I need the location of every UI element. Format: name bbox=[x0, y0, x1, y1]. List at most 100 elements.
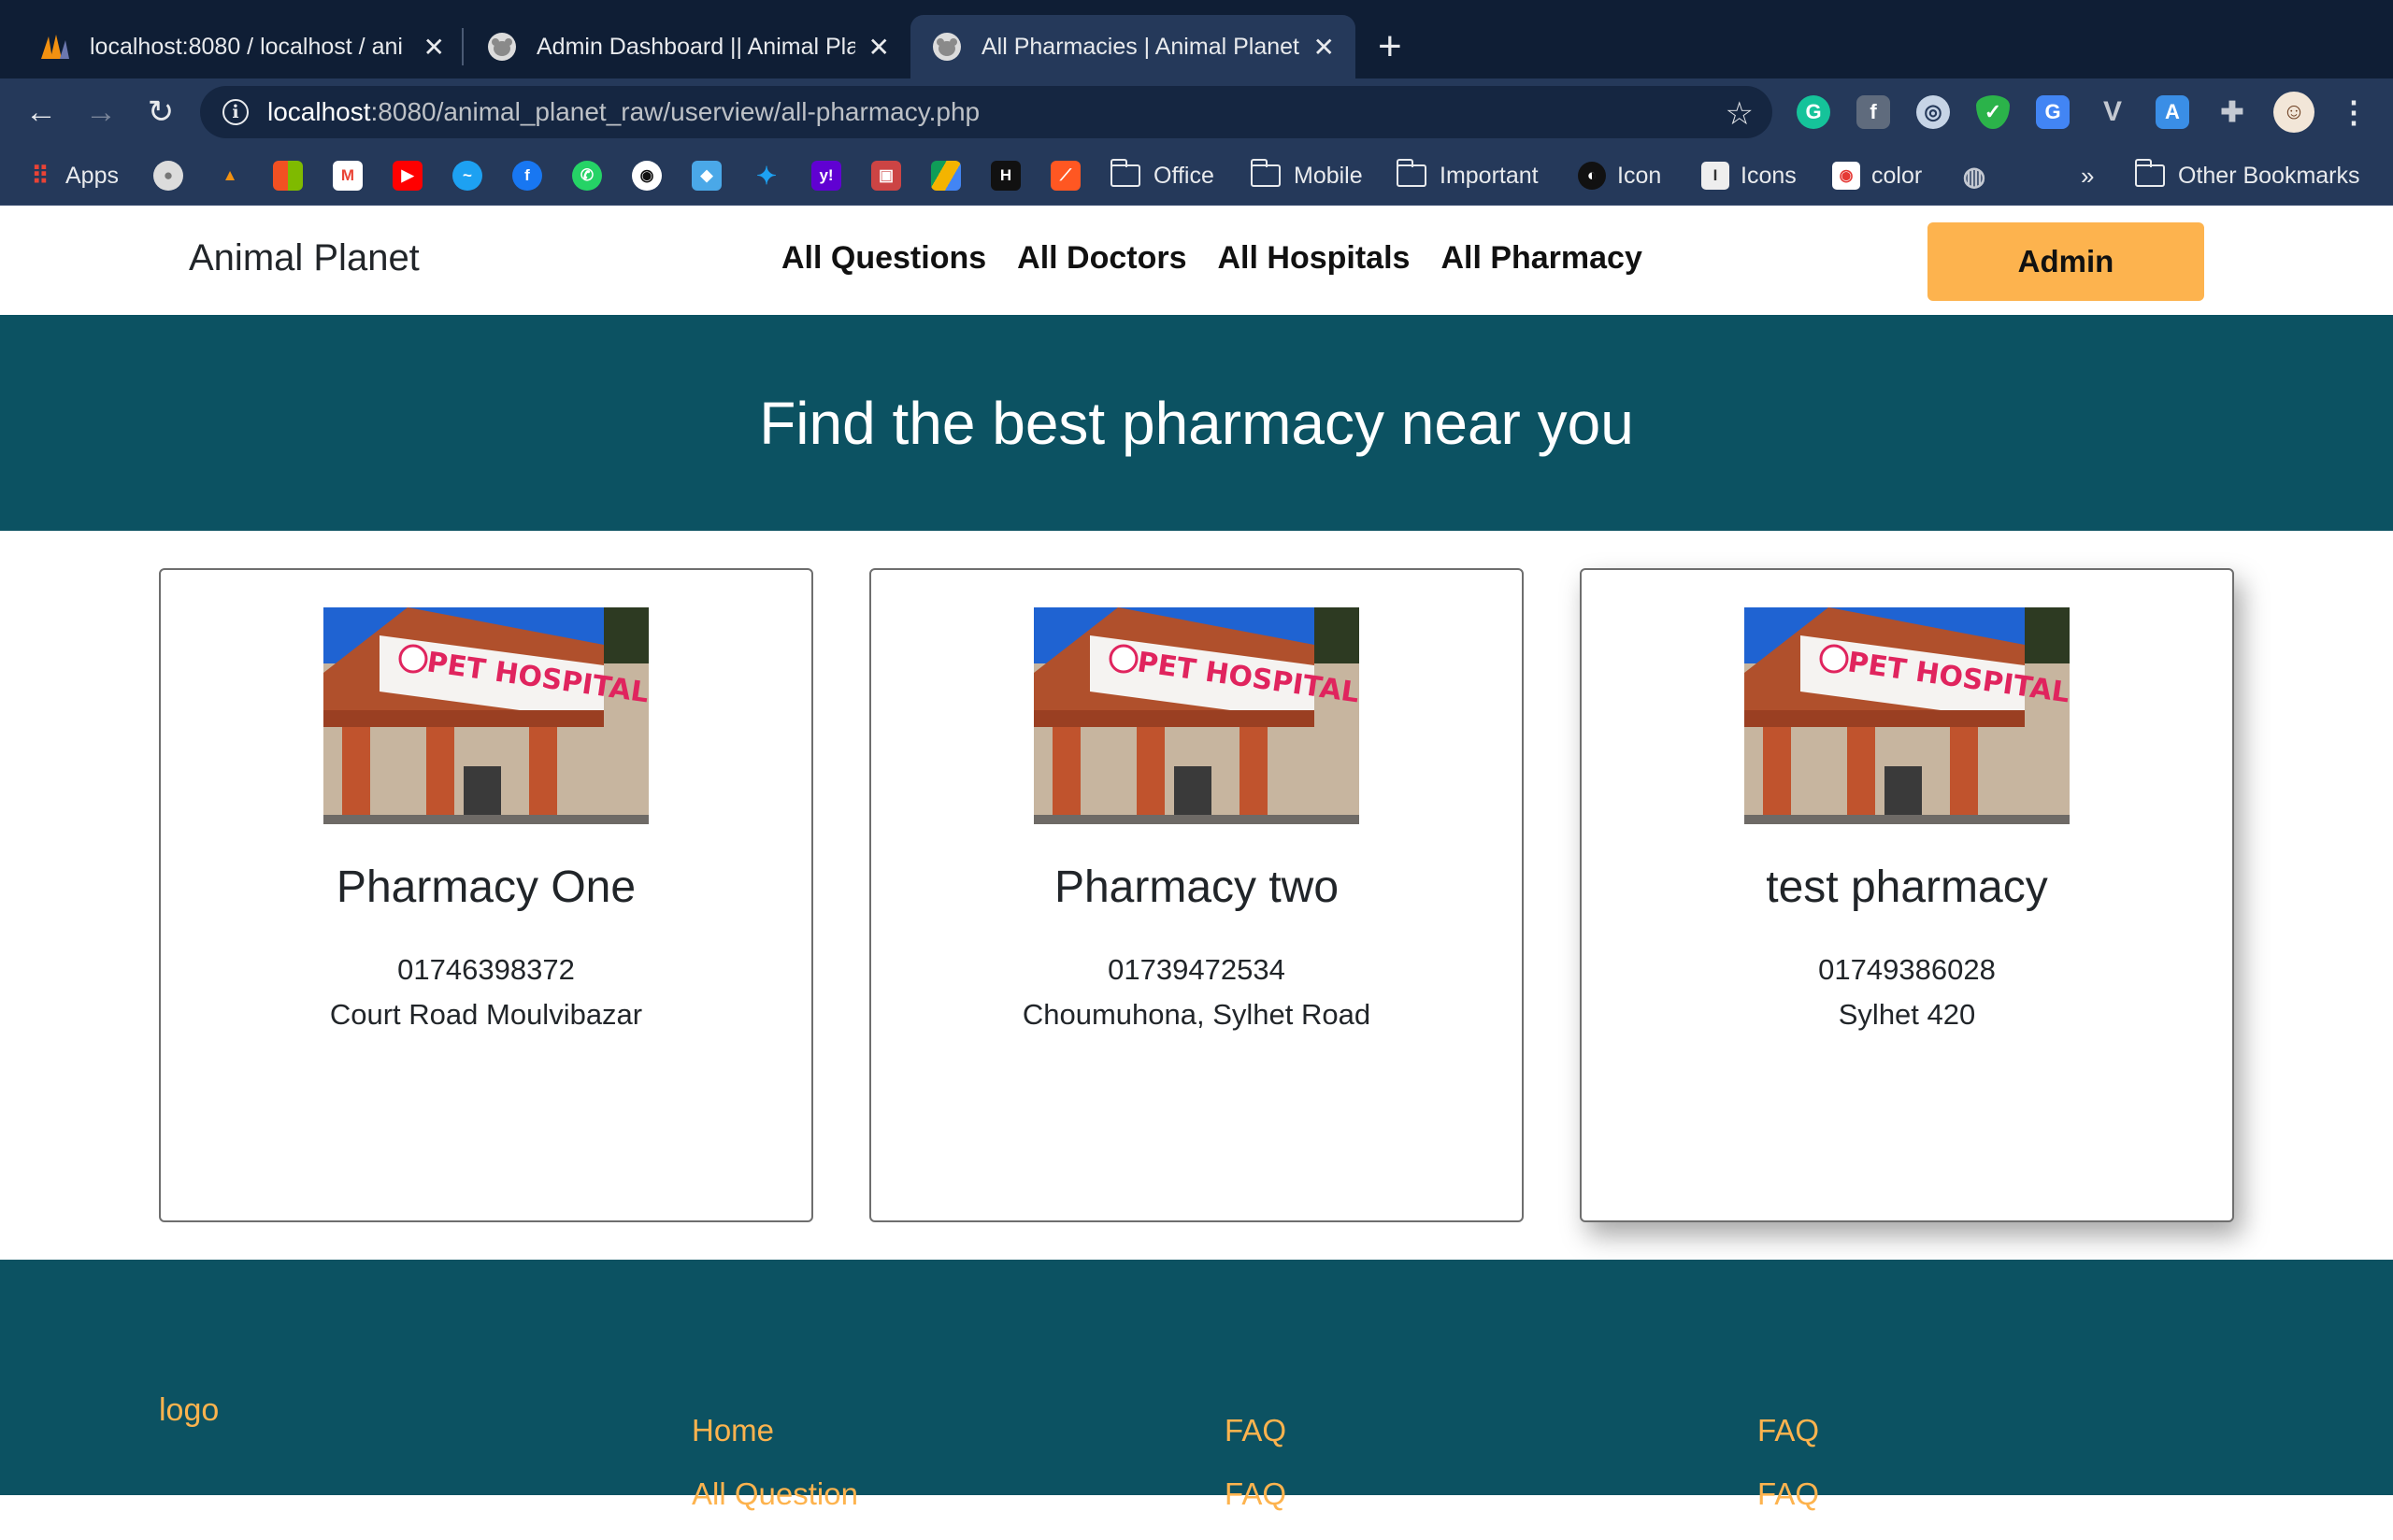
bookmark-icons[interactable]: I Icons bbox=[1701, 157, 1797, 194]
nav-all-doctors[interactable]: All Doctors bbox=[1017, 240, 1186, 277]
grammarly-extension-icon[interactable]: G bbox=[1797, 95, 1830, 129]
google-translate-extension-icon[interactable]: G bbox=[2036, 95, 2070, 129]
bookmark-folder-other[interactable]: Other Bookmarks bbox=[2135, 157, 2360, 194]
pharmacy-name: Pharmacy two bbox=[1053, 863, 1340, 912]
facebook-extension-icon[interactable]: f bbox=[1856, 95, 1890, 129]
bookmark-folder-important[interactable]: Important bbox=[1397, 157, 1539, 194]
extensions-puzzle-icon[interactable]: ✚ bbox=[2215, 95, 2249, 129]
color-site-icon: ◉ bbox=[1832, 162, 1860, 190]
browser-menu-icon[interactable]: ⋮ bbox=[2337, 95, 2371, 129]
pharmacy-name: Pharmacy One bbox=[336, 863, 637, 912]
folder-icon bbox=[1251, 159, 1281, 187]
phpmyadmin-bookmark-icon[interactable]: ▲ bbox=[215, 161, 245, 191]
profile-avatar-icon[interactable]: ☺ bbox=[2273, 92, 2314, 133]
pharmacy-name: test pharmacy bbox=[1766, 863, 2048, 912]
bookmark-folder-mobile[interactable]: Mobile bbox=[1251, 157, 1363, 194]
tab-admin-dashboard[interactable]: Admin Dashboard || Animal Pla ✕ bbox=[466, 15, 910, 78]
bookmark-label: Icon bbox=[1617, 162, 1662, 189]
animal-planet-bookmark-icon[interactable]: ● bbox=[153, 161, 183, 191]
bookmark-apps[interactable]: ⠿ Apps bbox=[26, 157, 119, 194]
bookmarks-overflow-icon[interactable]: » bbox=[2081, 157, 2094, 194]
animal-planet-icon bbox=[931, 31, 963, 63]
footer-link-faq[interactable]: FAQ bbox=[1757, 1476, 1819, 1512]
new-tab-icon[interactable]: + bbox=[1378, 24, 1402, 69]
gmail-bookmark-icon[interactable]: M bbox=[333, 161, 363, 191]
bookmark-label: color bbox=[1871, 162, 1923, 189]
nav-all-hospitals[interactable]: All Hospitals bbox=[1218, 240, 1411, 277]
tab-title: Admin Dashboard || Animal Pla bbox=[537, 33, 855, 60]
github-bookmark-icon[interactable]: ◉ bbox=[632, 161, 662, 191]
nav-all-pharmacy[interactable]: All Pharmacy bbox=[1440, 240, 1641, 277]
tab-phpmyadmin[interactable]: localhost:8080 / localhost / ani ✕ bbox=[19, 15, 466, 78]
footer-logo[interactable]: logo bbox=[159, 1392, 219, 1429]
brand-logo-text[interactable]: Animal Planet bbox=[189, 237, 420, 279]
pharmacy-address: Choumuhona, Sylhet Road bbox=[1022, 998, 1371, 1031]
back-icon[interactable]: ← bbox=[21, 92, 62, 133]
figma-bookmark-icon[interactable]: ⟋ bbox=[1051, 161, 1081, 191]
close-icon[interactable]: ✕ bbox=[868, 32, 890, 63]
folder-icon bbox=[2135, 159, 2165, 187]
pharmacy-card[interactable]: PET HOSPITAL Pharmacy two 01739472534 Ch… bbox=[869, 568, 1524, 1222]
site-navbar: Animal Planet All Questions All Doctors … bbox=[0, 207, 2393, 315]
footer-column-2: FAQ FAQ bbox=[1225, 1413, 1286, 1540]
bookmark-label: Icons bbox=[1741, 162, 1797, 189]
bookmark-star-icon[interactable]: ☆ bbox=[1726, 95, 1754, 133]
address-bar[interactable]: i localhost:8080/animal_planet_raw/userv… bbox=[200, 86, 1772, 138]
pharmacy-card[interactable]: PET HOSPITAL test pharmacy 01749386028 S… bbox=[1580, 568, 2234, 1222]
facebook-bookmark-icon[interactable]: f bbox=[512, 161, 542, 191]
folder-icon bbox=[1397, 159, 1426, 187]
hero-banner: Find the best pharmacy near you bbox=[0, 315, 2393, 531]
pharmacy-image: PET HOSPITAL bbox=[1034, 607, 1359, 824]
twitter-bookmark-icon[interactable]: ✦ bbox=[752, 161, 781, 191]
tab-all-pharmacies[interactable]: All Pharmacies | Animal Planet ✕ bbox=[910, 15, 1355, 78]
bookmark-folder-office[interactable]: Office bbox=[1111, 157, 1214, 194]
pharmacy-phone: 01746398372 bbox=[397, 953, 575, 986]
pharmacy-phone: 01749386028 bbox=[1818, 953, 1996, 986]
animal-planet-icon bbox=[486, 31, 518, 63]
pharmacy-phone: 01739472534 bbox=[1108, 953, 1285, 986]
site-footer: logo Home All Question FAQ FAQ FAQ FAQ bbox=[0, 1260, 2393, 1511]
youtube-bookmark-icon[interactable]: ▶ bbox=[393, 161, 423, 191]
microsoft-bookmark-icon[interactable] bbox=[273, 161, 303, 191]
footer-link-all-question[interactable]: All Question bbox=[692, 1476, 858, 1512]
globe-bookmark-icon[interactable]: ◍ bbox=[1959, 161, 1989, 191]
pharmacy-address: Sylhet 420 bbox=[1838, 998, 1976, 1031]
footer-link-faq[interactable]: FAQ bbox=[1225, 1476, 1286, 1512]
bookmark-color[interactable]: ◉ color bbox=[1832, 157, 1922, 194]
tab-title: localhost:8080 / localhost / ani bbox=[90, 33, 403, 60]
yahoo-bookmark-icon[interactable]: y! bbox=[811, 161, 841, 191]
whatsapp-bookmark-icon[interactable]: ✆ bbox=[572, 161, 602, 191]
footer-link-faq[interactable]: FAQ bbox=[1225, 1413, 1286, 1448]
close-icon[interactable]: ✕ bbox=[423, 32, 445, 63]
pharmacy-image: PET HOSPITAL bbox=[323, 607, 649, 824]
tab-separator bbox=[462, 28, 464, 65]
color-extension-icon[interactable]: A bbox=[2156, 95, 2189, 129]
main-nav: All Questions All Doctors All Hospitals … bbox=[781, 240, 1642, 277]
url-host: localhost bbox=[267, 97, 371, 126]
toolbox-bookmark-icon[interactable]: ▣ bbox=[871, 161, 901, 191]
phpmyadmin-icon bbox=[39, 31, 71, 63]
footer-link-faq[interactable]: FAQ bbox=[1757, 1413, 1819, 1448]
forward-icon[interactable]: → bbox=[80, 92, 122, 133]
vue-devtools-extension-icon[interactable]: V bbox=[2096, 95, 2129, 129]
messenger-bookmark-icon[interactable]: ~ bbox=[452, 161, 482, 191]
bookmark-label: Office bbox=[1154, 162, 1214, 189]
icons-site-icon: I bbox=[1701, 162, 1729, 190]
reload-icon[interactable]: ↻ bbox=[140, 92, 181, 133]
footer-column-3: FAQ FAQ bbox=[1757, 1413, 1819, 1540]
pharmacy-address: Court Road Moulvibazar bbox=[329, 998, 643, 1031]
apps-grid-icon: ⠿ bbox=[31, 161, 50, 190]
pharmacy-card[interactable]: PET HOSPITAL Pharmacy One 01746398372 Co… bbox=[159, 568, 813, 1222]
google-drive-bookmark-icon[interactable] bbox=[931, 161, 961, 191]
bookmark-icon[interactable]: ◐ Icon bbox=[1578, 157, 1661, 194]
nav-all-questions[interactable]: All Questions bbox=[781, 240, 986, 277]
bookmark-label: Mobile bbox=[1294, 162, 1363, 189]
hackerrank-bookmark-icon[interactable]: H bbox=[991, 161, 1021, 191]
site-info-icon[interactable]: i bbox=[222, 99, 249, 125]
bookmark-label: Important bbox=[1440, 162, 1539, 189]
close-icon[interactable]: ✕ bbox=[1313, 32, 1335, 63]
flutter-bookmark-icon[interactable]: ◆ bbox=[692, 161, 722, 191]
footer-link-home[interactable]: Home bbox=[692, 1413, 858, 1448]
admin-button[interactable]: Admin bbox=[1927, 222, 2204, 301]
ring-extension-icon[interactable]: ◎ bbox=[1916, 95, 1950, 129]
